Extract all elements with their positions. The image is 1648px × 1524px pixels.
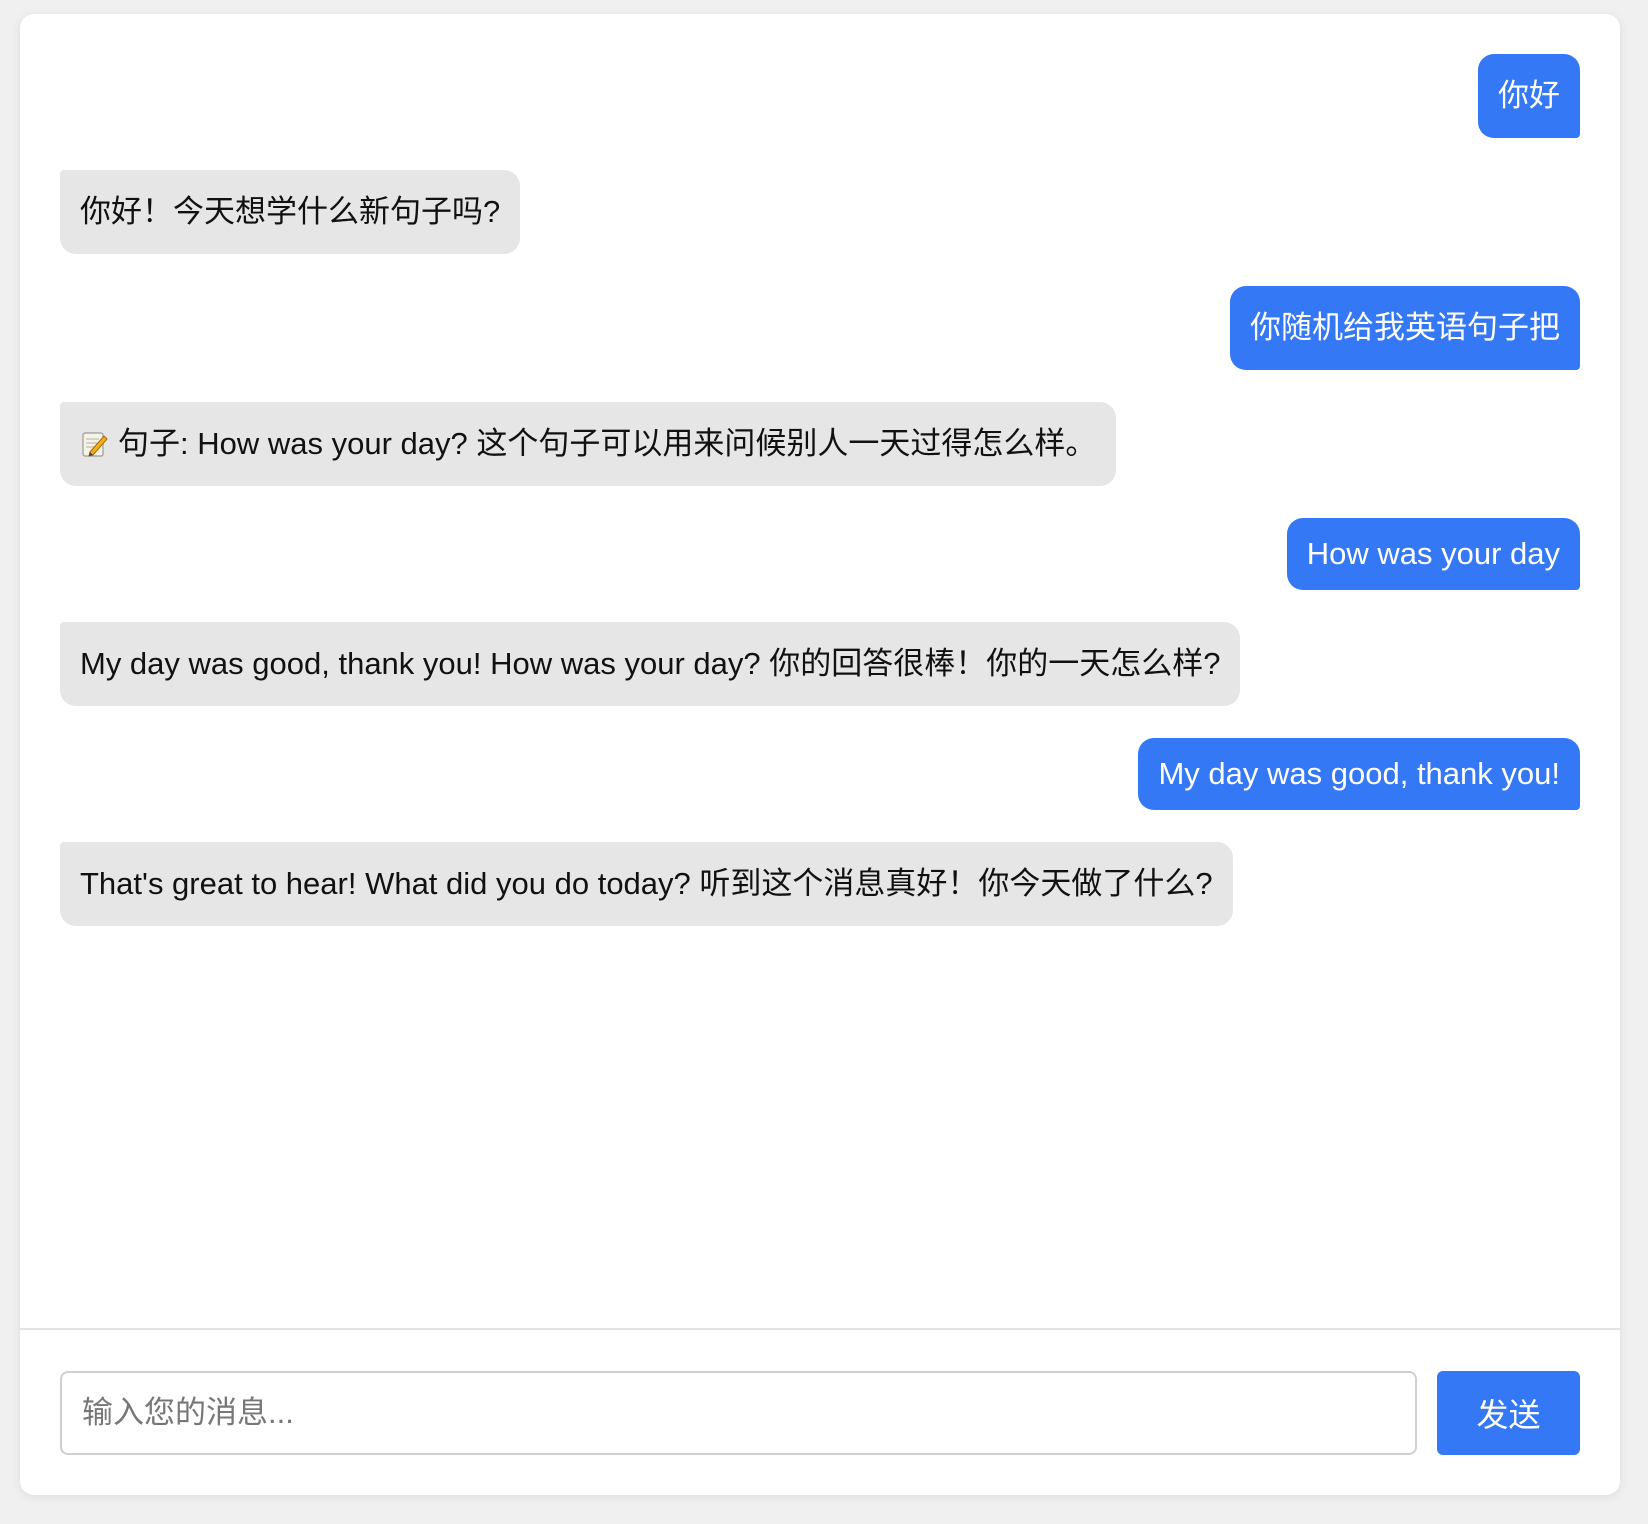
user-message: 你好 — [1478, 54, 1580, 138]
send-button[interactable]: 发送 — [1437, 1370, 1580, 1455]
assistant-message: That's great to hear! What did you do to… — [60, 842, 1233, 926]
assistant-message: 你好！今天想学什么新句子吗? — [60, 170, 521, 254]
user-message: How was your day — [1286, 518, 1580, 590]
assistant-message: 句子: How was your day? 这个句子可以用来问候别人一天过得怎么… — [60, 402, 1117, 486]
chat-window: 你好 你好！今天想学什么新句子吗? 你随机给我英语句子把 句子: How was… — [20, 14, 1620, 1495]
message-list: 你好 你好！今天想学什么新句子吗? 你随机给我英语句子把 句子: How was… — [20, 14, 1620, 1328]
message-composer: 发送 — [20, 1328, 1620, 1495]
user-message: My day was good, thank you! — [1138, 738, 1580, 810]
user-message: 你随机给我英语句子把 — [1230, 286, 1580, 370]
message-input[interactable] — [60, 1370, 1417, 1455]
assistant-message-text: 句子: How was your day? 这个句子可以用来问候别人一天过得怎么… — [118, 426, 1097, 461]
memo-icon — [82, 432, 108, 457]
assistant-message: My day was good, thank you! How was your… — [60, 622, 1241, 706]
